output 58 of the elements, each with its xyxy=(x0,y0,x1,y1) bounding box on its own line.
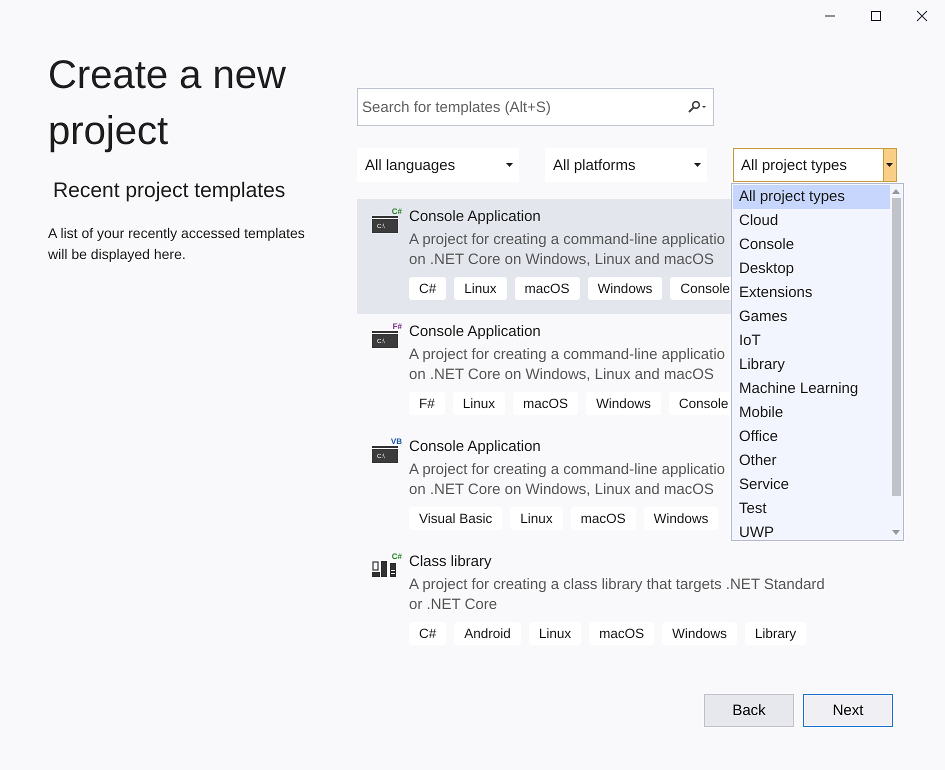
template-item[interactable]: C# Class library A project for creating a class library that targets .NET Standard or .NET Core C# Android Linux macOS Windows Library xyxy=(357,544,897,659)
template-name: Class library xyxy=(409,552,493,572)
template-name: Console Application xyxy=(409,207,542,227)
back-button[interactable]: Back xyxy=(704,694,794,727)
caret-icon xyxy=(886,163,894,167)
template-description: A project for creating a command-line applicatio xyxy=(409,460,725,480)
template-tag: Android xyxy=(454,622,521,645)
template-tag: Linux xyxy=(452,392,506,415)
template-tag: C# xyxy=(409,622,446,645)
template-tag: Windows xyxy=(586,392,661,415)
scroll-down-icon[interactable] xyxy=(892,530,900,535)
template-tag: Visual Basic xyxy=(409,507,502,530)
template-description: A project for creating a class library that targets .NET Standard xyxy=(409,575,825,595)
search-icon xyxy=(686,100,708,114)
template-name: Console Application xyxy=(409,322,542,342)
template-tag: F# xyxy=(409,392,445,415)
template-tag: Windows xyxy=(662,622,737,645)
project-type-option[interactable]: UWP xyxy=(733,521,890,545)
project-type-option[interactable]: Library xyxy=(733,353,890,377)
project-type-option[interactable]: Cloud xyxy=(733,209,890,233)
template-description: A project for creating a command-line applicatio xyxy=(409,345,726,365)
next-button[interactable]: Next xyxy=(803,694,893,727)
template-tag: Linux xyxy=(510,507,563,530)
template-description: on .NET Core on Windows, Linux and macOS xyxy=(409,250,715,270)
project-type-option[interactable]: All project types xyxy=(733,185,890,209)
template-tag: Library xyxy=(744,622,806,645)
project-type-option[interactable]: Test xyxy=(733,497,890,521)
template-tag: Linux xyxy=(454,277,507,300)
project-type-option[interactable]: Office xyxy=(733,425,890,449)
maximize-icon xyxy=(870,10,882,22)
project-type-option[interactable]: Service xyxy=(733,473,890,497)
template-description: on .NET Core on Windows, Linux and macOS xyxy=(409,365,715,385)
filter-dropdown[interactable]: All languages xyxy=(357,148,519,182)
scroll-up-icon[interactable] xyxy=(892,189,900,194)
template-tag: macOS xyxy=(514,277,580,300)
project-type-option[interactable]: Other xyxy=(733,449,890,473)
page-title: Create a new project xyxy=(48,52,287,155)
template-tag: macOS xyxy=(513,392,578,415)
template-tag: Windows xyxy=(588,277,662,300)
search-field[interactable]: Search for templates (Alt+S) xyxy=(357,88,714,126)
filter-dropdown[interactable]: All project types xyxy=(733,148,897,182)
recent-empty-text: A list of your recently accessed templates will be displayed here. xyxy=(48,224,306,264)
caret-icon xyxy=(694,163,700,167)
template-name: Console Application xyxy=(409,437,542,457)
template-description: or .NET Core xyxy=(409,595,498,615)
recent-heading: Recent project templates xyxy=(53,179,286,203)
close-icon xyxy=(916,10,928,22)
caret-icon xyxy=(506,163,512,167)
project-type-option[interactable]: Console xyxy=(733,233,890,257)
template-description: A project for creating a command-line applicatio xyxy=(409,230,726,250)
template-tag: Linux xyxy=(528,622,582,645)
template-tag: C# xyxy=(409,277,446,300)
template-tag: Windows xyxy=(644,507,718,530)
template-description: on .NET Core on Windows, Linux and macOS xyxy=(409,480,715,500)
template-tag: macOS xyxy=(570,507,636,530)
filter-dropdown[interactable]: All platforms xyxy=(545,148,707,182)
project-type-option[interactable]: IoT xyxy=(733,329,890,353)
template-tag: macOS xyxy=(589,622,654,645)
